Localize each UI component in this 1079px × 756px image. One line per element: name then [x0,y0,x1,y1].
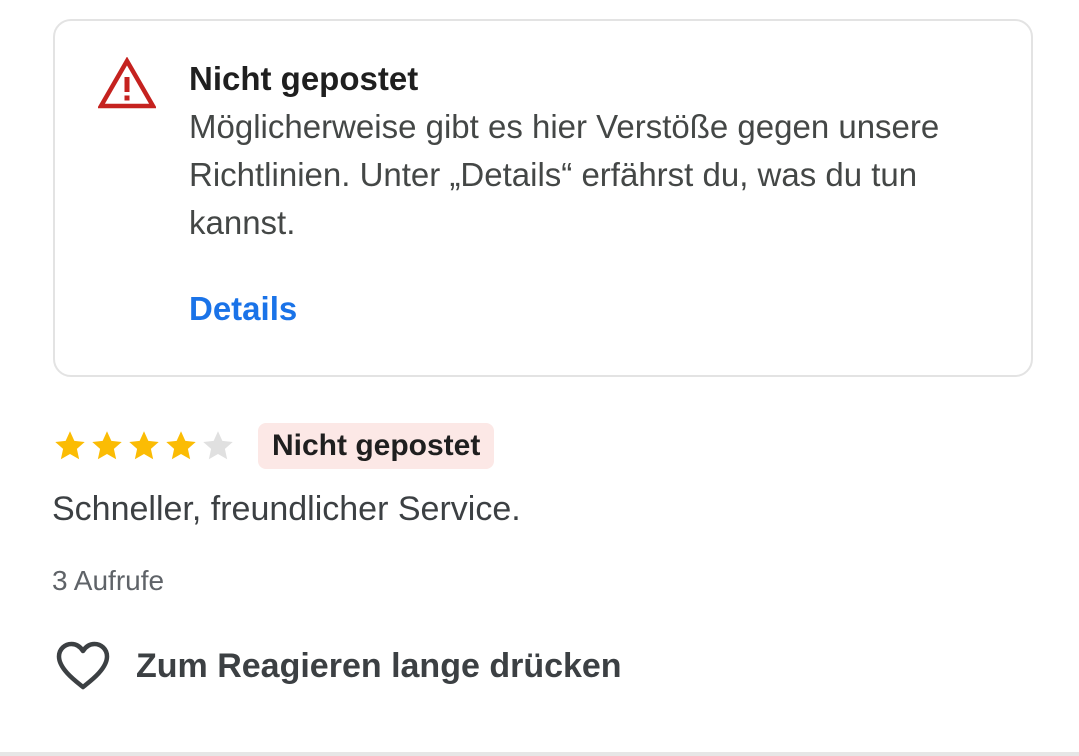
star-rating [52,428,236,464]
react-label: Zum Reagieren lange drücken [136,647,622,685]
not-posted-alert-card: Nicht gepostet Möglicherweise gibt es hi… [53,19,1033,377]
heart-outline-icon [56,641,110,690]
status-badge: Nicht gepostet [258,423,495,469]
warning-triangle-icon [98,57,156,109]
details-link[interactable]: Details [189,287,297,331]
star-empty-icon [203,431,233,460]
star-filled-icon [92,431,122,460]
star-filled-icon [129,431,159,460]
star-filled-icon [166,431,196,460]
bottom-divider [0,752,1079,756]
views-count: 3 Aufrufe [52,565,165,596]
react-button[interactable]: Zum Reagieren lange drücken [55,640,622,692]
review-text: Schneller, freundlicher Service. [52,490,521,528]
star-filled-icon [55,431,85,460]
alert-title: Nicht gepostet [189,60,419,97]
rating-row: Nicht gepostet [52,422,495,470]
alert-message: Möglicherweise gibt es hier Verstöße geg… [189,108,940,241]
review-page: Nicht gepostet Möglicherweise gibt es hi… [0,0,1079,756]
